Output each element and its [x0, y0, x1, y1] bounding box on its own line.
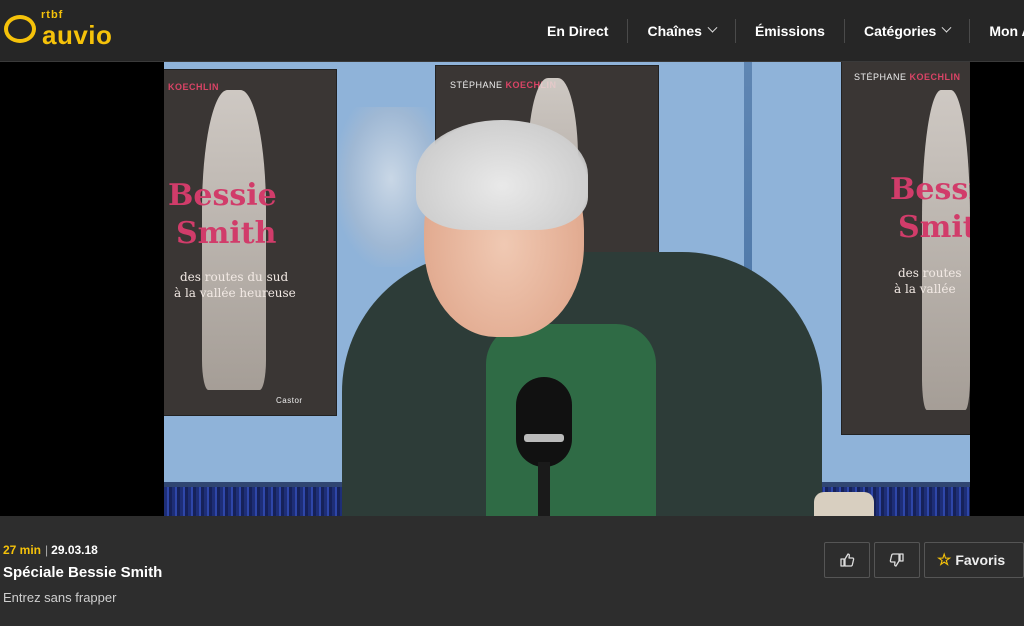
- poster-publisher: Castor: [276, 396, 303, 405]
- episode-meta: 27 min | 29.03.18: [3, 543, 98, 557]
- poster-subtitle-line2: à la vallée: [894, 282, 956, 296]
- poster-subtitle-line1: des routes: [898, 266, 962, 280]
- studio-chair: [814, 492, 874, 516]
- nav-label: En Direct: [547, 22, 609, 39]
- microphone-ring: [524, 434, 564, 442]
- logo-name: auvio: [42, 20, 113, 50]
- book-poster-right: STÉPHANE KOECHLIN Bessie Smith des route…: [842, 62, 970, 434]
- logo-ring-icon: [4, 15, 36, 43]
- video-frame[interactable]: KOECHLIN Bessie Smith des routes du sud …: [164, 62, 970, 516]
- episode-duration: 27 min: [3, 543, 42, 557]
- dislike-button[interactable]: [874, 542, 920, 578]
- main-nav: En Direct Chaînes Émissions Catégories M…: [528, 0, 1024, 61]
- microphone-stand: [538, 462, 550, 516]
- poster-title-line1: Bessie: [168, 178, 277, 213]
- nav-item-mon-auvio[interactable]: Mon A: [969, 18, 1024, 43]
- like-button[interactable]: [824, 542, 870, 578]
- episode-date: 29.03.18: [51, 543, 98, 557]
- chevron-down-icon: [941, 22, 952, 33]
- poster-subtitle-line1: des routes du sud: [180, 270, 289, 284]
- favorite-button[interactable]: ☆ Favoris: [924, 542, 1024, 578]
- nav-item-en-direct[interactable]: En Direct: [528, 19, 627, 43]
- episode-actions: ☆ Favoris: [824, 542, 1024, 578]
- poster-author: KOECHLIN: [168, 82, 219, 92]
- thumbs-down-icon: [889, 553, 904, 567]
- star-icon: ☆: [937, 552, 952, 569]
- poster-title-line2: Smith: [898, 210, 970, 245]
- nav-item-chaines[interactable]: Chaînes: [627, 18, 734, 43]
- video-player[interactable]: KOECHLIN Bessie Smith des routes du sud …: [0, 62, 1024, 516]
- auvio-logo[interactable]: rtbf auvio: [4, 9, 134, 52]
- chevron-down-icon: [707, 22, 718, 33]
- poster-title-line1: Bessie: [890, 172, 970, 207]
- poster-title-line2: Smith: [176, 216, 277, 251]
- nav-label: Catégories: [863, 22, 937, 39]
- program-name[interactable]: Entrez sans frapper: [3, 590, 116, 605]
- nav-item-emissions[interactable]: Émissions: [734, 18, 844, 43]
- nav-label: Mon A: [989, 22, 1024, 39]
- meta-separator: |: [45, 543, 49, 557]
- favorite-label: Favoris: [955, 552, 1006, 568]
- episode-title: Spéciale Bessie Smith: [3, 564, 163, 581]
- presenter-hair: [416, 120, 588, 230]
- nav-label: Chaînes: [647, 22, 702, 39]
- poster-subtitle-line2: à la vallée heureuse: [174, 286, 296, 300]
- poster-author: STÉPHANE KOECHLIN: [854, 72, 961, 82]
- microphone-icon: [516, 377, 572, 467]
- thumbs-up-icon: [840, 553, 855, 567]
- nav-label: Émissions: [754, 22, 825, 39]
- top-navigation-bar: rtbf auvio En Direct Chaînes Émissions C…: [0, 0, 1024, 62]
- poster-figure: [922, 90, 970, 410]
- nav-item-categories[interactable]: Catégories: [843, 18, 969, 43]
- book-poster-left: KOECHLIN Bessie Smith des routes du sud …: [164, 70, 336, 415]
